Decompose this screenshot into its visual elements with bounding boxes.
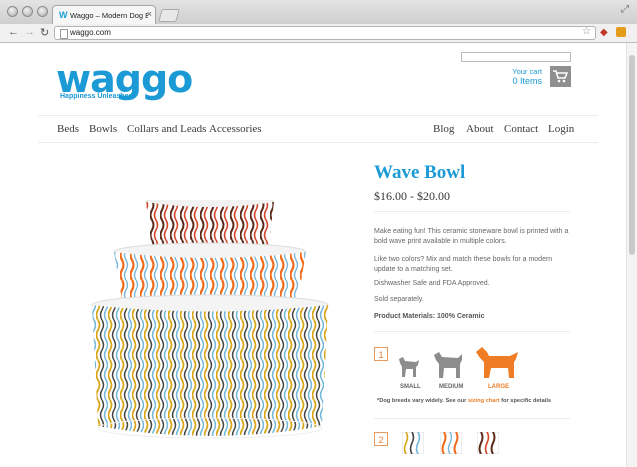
new-tab-button[interactable] <box>158 9 180 22</box>
step-number: 1 <box>374 347 388 361</box>
cart-button[interactable] <box>550 66 571 87</box>
browser-tab[interactable]: W Waggo – Modern Dog Bowls × <box>52 5 156 25</box>
small-dog-icon[interactable] <box>396 355 422 379</box>
product-description: Dishwasher Safe and FDA Approved. <box>374 280 490 287</box>
product-description: Sold separately. <box>374 296 424 303</box>
nav-blog[interactable]: Blog <box>433 123 454 135</box>
divider <box>374 211 570 212</box>
medium-dog-icon[interactable] <box>431 350 467 380</box>
cart-count[interactable]: 0 Items <box>486 76 542 86</box>
product-materials: Product Materials: 100% Ceramic <box>374 313 485 320</box>
size-small-label[interactable]: SMALL <box>400 384 421 390</box>
tab-favicon-icon: W <box>59 10 68 20</box>
search-input[interactable] <box>461 52 571 62</box>
window-maximize-button[interactable] <box>37 6 48 17</box>
cart-label[interactable]: Your cart <box>486 67 542 76</box>
product-description: Like two colors? Mix and match these bow… <box>374 256 553 273</box>
url-text: waggo.com <box>70 28 111 37</box>
browser-toolbar: ← → ↻ waggo.com ☆ ◆ <box>0 24 637 43</box>
back-arrow-icon[interactable]: ← <box>8 26 19 38</box>
product-title: Wave Bowl <box>374 162 466 183</box>
reload-icon[interactable]: ↻ <box>40 26 49 39</box>
page-icon <box>60 29 68 39</box>
product-price: $16.00 - $20.00 <box>374 189 450 203</box>
bookmark-star-icon[interactable]: ☆ <box>582 26 591 37</box>
nav-beds[interactable]: Beds <box>57 123 79 135</box>
browser-tab-strip: W Waggo – Modern Dog Bowls × ⤢ <box>0 0 637 25</box>
size-large-label[interactable]: LARGE <box>488 384 509 390</box>
sizing-chart-link[interactable]: sizing chart <box>468 398 500 404</box>
product-image[interactable] <box>60 200 360 456</box>
swatch-orange[interactable] <box>440 432 462 454</box>
nav-accessories[interactable]: Accessories <box>209 123 262 135</box>
tab-title: Waggo – Modern Dog Bowls <box>70 11 148 20</box>
divider <box>38 142 598 143</box>
nav-about[interactable]: About <box>466 123 494 135</box>
divider <box>374 331 570 332</box>
site-logo[interactable]: waggo <box>56 60 193 110</box>
product-description: Make eating fun! This ceramic stoneware … <box>374 228 569 245</box>
tab-close-icon[interactable]: × <box>147 9 152 19</box>
fullscreen-icon[interactable]: ⤢ <box>621 4 629 15</box>
address-bar[interactable]: waggo.com ☆ <box>54 26 596 40</box>
nav-collars-and-leads[interactable]: Collars and Leads <box>127 123 206 135</box>
forward-arrow-icon[interactable]: → <box>24 26 35 38</box>
window-minimize-button[interactable] <box>22 6 33 17</box>
size-medium-label[interactable]: MEDIUM <box>439 384 463 390</box>
large-dog-icon[interactable] <box>474 346 522 380</box>
tagline: Happiness Unleashed <box>60 93 133 100</box>
nav-contact[interactable]: Contact <box>504 123 538 135</box>
swatch-multi[interactable] <box>402 432 424 454</box>
extension-icon-orange[interactable] <box>616 27 626 37</box>
scrollbar[interactable] <box>626 43 637 467</box>
extension-icon-red[interactable]: ◆ <box>600 27 608 38</box>
window-close-button[interactable] <box>7 6 18 17</box>
step-number: 2 <box>374 432 388 446</box>
scrollbar-thumb[interactable] <box>629 55 635 255</box>
nav-bowls[interactable]: Bowls <box>89 123 117 135</box>
swatch-brown[interactable] <box>477 432 499 454</box>
divider <box>38 115 598 116</box>
cart-icon <box>553 70 568 83</box>
nav-login[interactable]: Login <box>548 123 574 135</box>
divider <box>374 418 570 419</box>
sizing-note: *Dog breeds vary widely. See our sizing … <box>377 398 552 404</box>
